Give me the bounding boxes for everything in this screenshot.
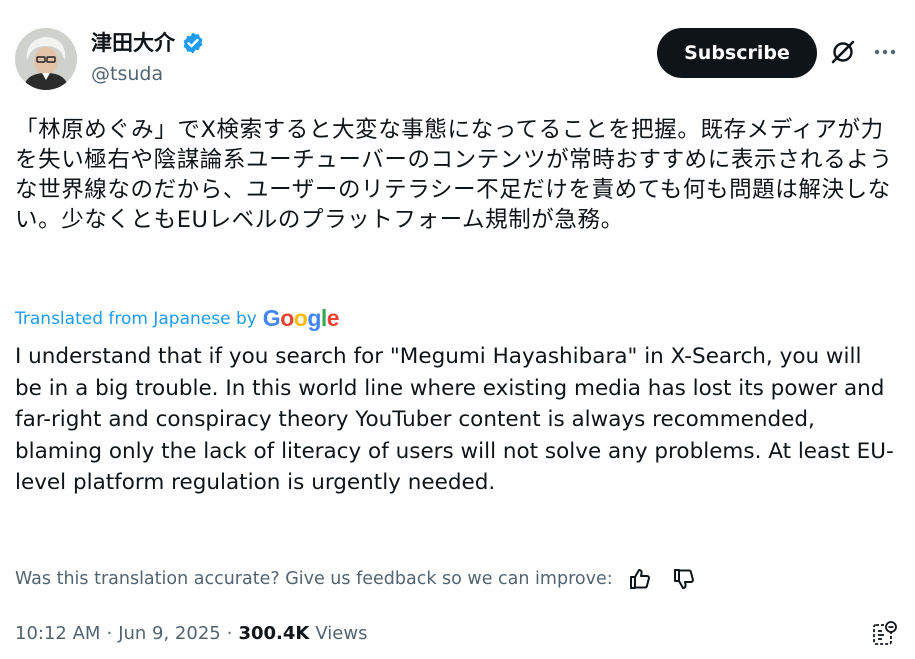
tweet-date[interactable]: Jun 9, 2025 xyxy=(118,623,221,644)
thumbs-up-icon[interactable] xyxy=(627,566,653,592)
tweet-time[interactable]: 10:12 AM xyxy=(15,623,100,644)
verified-badge-icon xyxy=(181,31,205,55)
thumbs-down-icon[interactable] xyxy=(671,566,697,592)
author-handle[interactable]: @tsuda xyxy=(91,62,163,86)
tweet-original-text: 「林原めぐみ」でX検索すると大変な事態になってることを把握。既存メディアが力を失… xyxy=(15,117,893,233)
subscribe-button[interactable]: Subscribe xyxy=(657,28,817,78)
meta-separator-2: · xyxy=(226,623,233,644)
meta-separator: · xyxy=(106,623,113,644)
tweet-translation-text: I understand that if you search for "Meg… xyxy=(15,344,894,495)
analytics-icon[interactable] xyxy=(870,620,898,648)
google-logo-letter: g xyxy=(307,305,321,331)
grok-slash-icon[interactable] xyxy=(829,38,857,66)
google-logo-letter: o xyxy=(280,305,294,331)
views-label: Views xyxy=(315,623,368,644)
translated-from-label: Translated from Japanese by xyxy=(15,308,257,329)
translated-from-link[interactable]: Translated from Japanese by Google xyxy=(15,305,340,332)
google-logo: Google xyxy=(262,305,340,332)
more-dots-icon[interactable] xyxy=(872,39,898,65)
avatar[interactable] xyxy=(15,28,77,90)
google-logo-letter: G xyxy=(262,305,281,331)
google-logo-letter: o xyxy=(293,305,308,331)
display-name-text: 津田大介 xyxy=(91,31,175,55)
author-display-name[interactable]: 津田大介 xyxy=(91,30,205,56)
feedback-question: Was this translation accurate? Give us f… xyxy=(15,569,613,589)
translation-feedback-row: Was this translation accurate? Give us f… xyxy=(15,566,697,592)
tweet-meta-row: 10:12 AM · Jun 9, 2025 · 300.4K Views xyxy=(15,623,367,644)
tweet-detail: 津田大介 @tsuda Subscribe 「林原めぐみ」でX検索すると大変な事… xyxy=(0,0,915,659)
google-logo-letter: e xyxy=(326,305,340,331)
views-count: 300.4K xyxy=(238,623,310,644)
